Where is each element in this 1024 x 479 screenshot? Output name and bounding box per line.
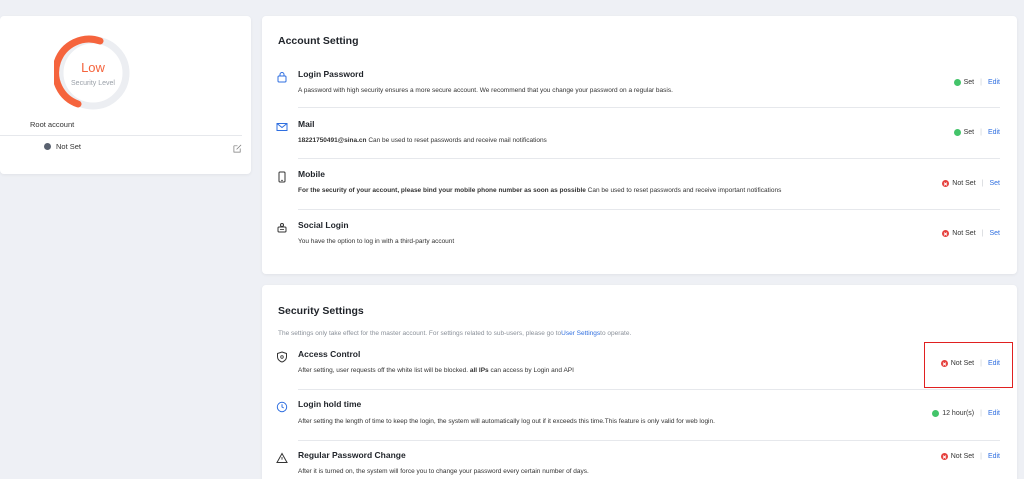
- edit-button[interactable]: Edit: [988, 410, 1000, 417]
- divider: [0, 135, 242, 136]
- divider: [298, 158, 1000, 159]
- security-notice: The settings only take effect for the ma…: [278, 330, 632, 337]
- clock-icon: [276, 401, 288, 413]
- divider: [298, 440, 1000, 441]
- status-text: Not Set: [952, 180, 976, 187]
- security-settings-card: Security Settings The settings only take…: [262, 285, 1017, 479]
- row-title: Mail: [298, 119, 315, 129]
- security-level-caption: Security Level: [71, 80, 115, 87]
- ok-status-icon: [932, 410, 940, 417]
- root-account-status: Not Set: [44, 142, 81, 151]
- row-desc: For the security of your account, please…: [298, 187, 782, 194]
- set-button[interactable]: Set: [989, 230, 1000, 237]
- status-text: Set: [963, 79, 975, 86]
- error-status-icon: [942, 230, 950, 237]
- warning-icon: [276, 452, 288, 463]
- row-title: Regular Password Change: [298, 450, 406, 460]
- status-dot-icon: [44, 143, 51, 150]
- mobile-icon: [278, 171, 286, 183]
- row-title: Access Control: [298, 349, 361, 359]
- edit-button[interactable]: Edit: [988, 129, 1000, 136]
- error-status-icon: [942, 180, 950, 187]
- divider: [298, 107, 1000, 108]
- status-group: 12 hour(s) | Edit: [932, 410, 1000, 417]
- edit-icon[interactable]: [233, 144, 242, 153]
- root-account-status-text: Not Set: [56, 142, 82, 151]
- account-setting-card: Account Setting Login Password A passwor…: [262, 16, 1017, 274]
- mail-icon: [276, 123, 288, 131]
- security-level-card: Low Security Level Root account Not Set: [0, 16, 251, 174]
- status-group: Set | Edit: [953, 129, 1000, 136]
- row-desc: After setting the length of time to keep…: [298, 418, 715, 425]
- edit-button[interactable]: Edit: [988, 453, 1000, 460]
- row-title: Login Password: [298, 69, 364, 79]
- security-settings-title: Security Settings: [278, 305, 364, 317]
- row-title: Mobile: [298, 169, 325, 179]
- security-level-value: Low: [81, 60, 105, 75]
- ok-status-icon: [953, 129, 961, 136]
- row-title: Login hold time: [298, 399, 362, 409]
- status-group: Not Set | Set: [942, 230, 1000, 237]
- shield-icon: [277, 351, 287, 363]
- row-title: Social Login: [298, 220, 349, 230]
- status-group: Set | Edit: [953, 79, 1000, 86]
- user-settings-link[interactable]: User Settings: [561, 330, 600, 337]
- set-button[interactable]: Set: [989, 180, 1000, 187]
- root-account-label: Root account: [30, 120, 75, 129]
- account-setting-title: Account Setting: [278, 35, 359, 47]
- status-text: Set: [963, 129, 975, 136]
- divider: [298, 209, 1000, 210]
- status-text: Not Set: [952, 230, 976, 237]
- row-desc: After it is turned on, the system will f…: [298, 468, 589, 475]
- status-group: Not Set | Set: [942, 180, 1000, 187]
- row-desc: A password with high security ensures a …: [298, 87, 673, 94]
- row-desc: You have the option to log in with a thi…: [298, 238, 455, 245]
- ok-status-icon: [953, 79, 961, 86]
- status-text: Not Set: [950, 453, 975, 460]
- edit-button[interactable]: Edit: [988, 79, 1000, 86]
- highlight-box: [924, 342, 1013, 388]
- social-icon: [277, 223, 287, 233]
- row-desc: 18221750491@sina.cn Can be used to reset…: [298, 137, 547, 144]
- status-text: 12 hour(s): [942, 410, 975, 417]
- row-desc: After setting, user requests off the whi…: [298, 367, 574, 374]
- divider: [298, 389, 1000, 390]
- status-group: Not Set | Edit: [940, 453, 1000, 460]
- error-status-icon: [940, 453, 948, 460]
- lock-icon: [277, 72, 287, 83]
